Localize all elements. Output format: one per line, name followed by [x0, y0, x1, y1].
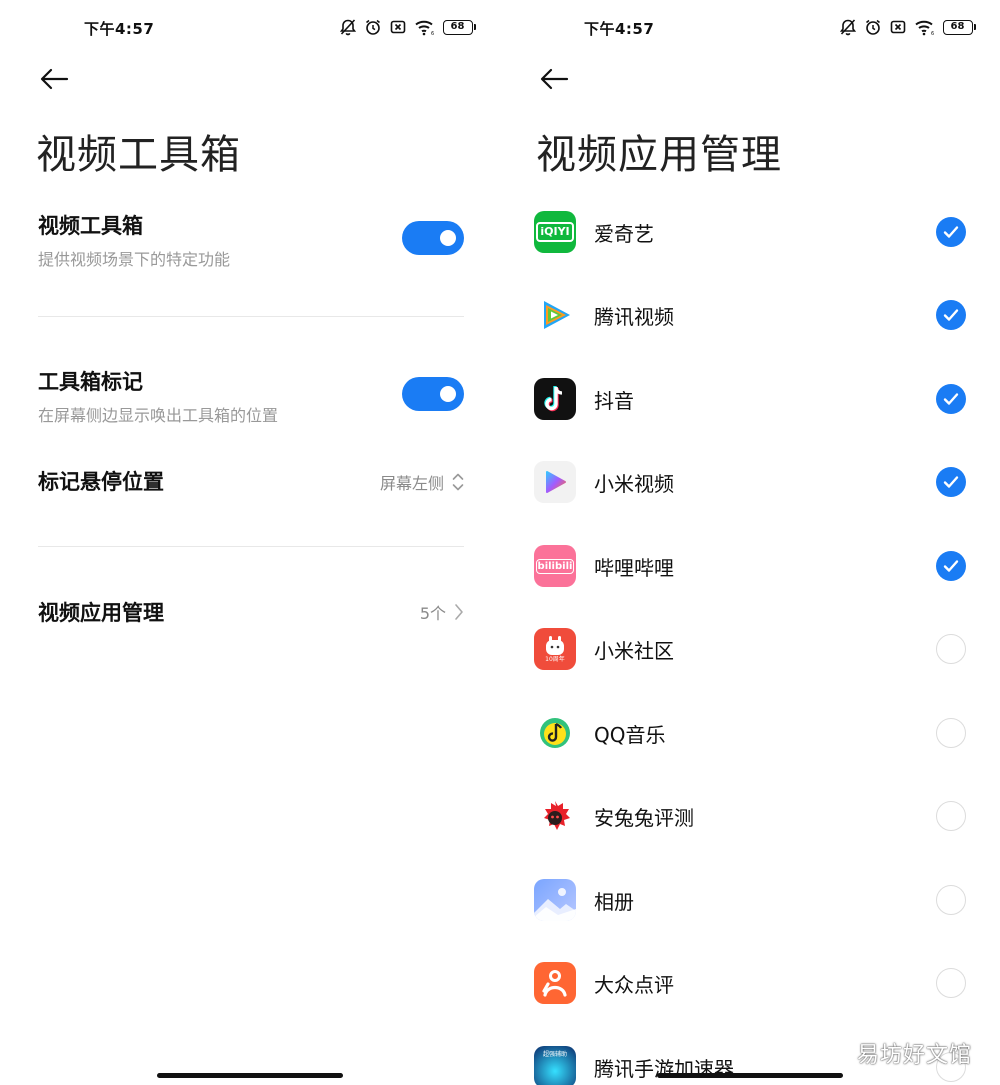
- app-row-dianping[interactable]: 大众点评: [500, 941, 1000, 1025]
- wifi-icon: 6: [414, 20, 434, 36]
- video-app-management-row[interactable]: 视频应用管理 5个: [38, 597, 464, 629]
- tencent-video-icon: [534, 294, 576, 336]
- antutu-icon: [534, 795, 576, 837]
- video-toolbox-subtitle: 提供视频场景下的特定功能: [38, 250, 231, 269]
- page-title: 视频应用管理: [536, 132, 782, 178]
- no-sim-icon: [890, 20, 905, 34]
- app-name: 小米视频: [594, 472, 674, 496]
- app-checkbox-gallery[interactable]: [936, 885, 966, 915]
- mi-community-icon: 10周年: [534, 628, 576, 670]
- app-name: QQ音乐: [594, 723, 666, 747]
- status-bar: 下午4:57 6 68: [500, 14, 1000, 44]
- back-arrow-icon: [540, 68, 569, 90]
- battery-icon: 68: [442, 19, 476, 35]
- app-checkbox-antutu[interactable]: [936, 801, 966, 831]
- watermark: 易坊好文馆: [856, 1043, 972, 1068]
- app-row-iqiyi[interactable]: iQIYI 爱奇艺: [500, 190, 1000, 274]
- video-toolbox-title: 视频工具箱: [38, 214, 143, 238]
- no-sim-icon: [390, 20, 405, 34]
- status-icons: 6 68: [339, 18, 476, 36]
- svg-text:6: 6: [931, 31, 934, 36]
- app-name: 抖音: [594, 389, 634, 413]
- back-button[interactable]: [536, 64, 572, 94]
- app-checkbox-bilibili[interactable]: [936, 551, 966, 581]
- app-row-tencent-video[interactable]: 腾讯视频: [500, 273, 1000, 357]
- up-down-chevron-icon: [452, 473, 464, 491]
- svg-text:6: 6: [431, 31, 434, 36]
- battery-level: 68: [442, 19, 473, 35]
- alarm-off-icon: [339, 19, 356, 36]
- divider: [38, 316, 464, 317]
- page-title: 视频工具箱: [36, 132, 241, 178]
- alarm-clock-icon: [365, 19, 380, 35]
- app-name: 小米社区: [594, 639, 674, 663]
- video-toolbox-toggle[interactable]: [402, 221, 464, 255]
- app-row-mi-community[interactable]: 10周年 小米社区: [500, 607, 1000, 691]
- app-name: 腾讯视频: [594, 305, 674, 329]
- app-name: 大众点评: [594, 973, 674, 997]
- home-indicator[interactable]: [157, 1073, 343, 1078]
- app-checkbox-mi-video[interactable]: [936, 467, 966, 497]
- hover-position-selector[interactable]: 屏幕左侧: [380, 470, 464, 494]
- checkmark-icon: [943, 393, 959, 405]
- checkmark-icon: [943, 226, 959, 238]
- iqiyi-icon: iQIYI: [534, 211, 576, 253]
- mi-video-icon: [534, 461, 576, 503]
- alarm-clock-icon: [865, 19, 880, 35]
- status-time: 下午4:57: [84, 20, 155, 38]
- video-toolbox-screen: 下午4:57 6 68 视频工具箱 视频工具箱 提供视频场景下的特定功能 工具箱…: [0, 0, 500, 1085]
- app-row-douyin[interactable]: 抖音: [500, 357, 1000, 441]
- app-name: 爱奇艺: [594, 222, 654, 246]
- app-checkbox-mi-community[interactable]: [936, 634, 966, 664]
- app-checkbox-douyin[interactable]: [936, 384, 966, 414]
- back-button[interactable]: [36, 64, 72, 94]
- video-app-management-title: 视频应用管理: [38, 601, 164, 625]
- toolbox-marker-toggle[interactable]: [402, 377, 464, 411]
- app-name: 相册: [594, 890, 634, 914]
- app-name: 安兔兔评测: [594, 806, 694, 830]
- toolbox-marker-row: 工具箱标记 在屏幕侧边显示唤出工具箱的位置: [38, 366, 464, 426]
- back-arrow-icon: [40, 68, 69, 90]
- battery-icon: 68: [942, 19, 976, 35]
- divider: [38, 546, 464, 547]
- status-time: 下午4:57: [584, 20, 655, 38]
- bilibili-icon: bilibili: [534, 545, 576, 587]
- app-row-mi-video[interactable]: 小米视频: [500, 440, 1000, 524]
- gallery-icon: [534, 879, 576, 921]
- app-row-bilibili[interactable]: bilibili 哔哩哔哩: [500, 524, 1000, 608]
- toolbox-marker-title: 工具箱标记: [38, 370, 143, 394]
- app-name: 哔哩哔哩: [594, 556, 674, 580]
- app-checkbox-iqiyi[interactable]: [936, 217, 966, 247]
- wifi-icon: 6: [914, 20, 934, 36]
- video-toolbox-row: 视频工具箱 提供视频场景下的特定功能: [38, 210, 464, 270]
- app-checkbox-qq-music[interactable]: [936, 718, 966, 748]
- battery-level: 68: [942, 19, 973, 35]
- checkmark-icon: [943, 476, 959, 488]
- toolbox-marker-subtitle: 在屏幕侧边显示唤出工具箱的位置: [38, 406, 279, 425]
- status-icons: 6 68: [839, 18, 976, 36]
- checkmark-icon: [943, 309, 959, 321]
- app-count-value: 5个: [419, 604, 446, 623]
- hover-position-value: 屏幕左侧: [379, 474, 444, 493]
- game-accelerator-icon: 超强辅助: [534, 1046, 576, 1085]
- app-row-qq-music[interactable]: QQ音乐: [500, 691, 1000, 775]
- qq-music-icon: [534, 712, 576, 754]
- app-checkbox-tencent-video[interactable]: [936, 300, 966, 330]
- douyin-icon: [534, 378, 576, 420]
- dianping-icon: [534, 962, 576, 1004]
- status-bar: 下午4:57 6 68: [0, 14, 500, 44]
- video-app-management-screen: 下午4:57 6 68 视频应用管理 iQIYI 爱奇艺 腾讯视频 抖音 小米视…: [500, 0, 1000, 1085]
- video-app-management-count: 5个: [420, 600, 464, 624]
- app-row-antutu[interactable]: 安兔兔评测: [500, 774, 1000, 858]
- chevron-right-icon: [455, 604, 463, 620]
- checkmark-icon: [943, 560, 959, 572]
- app-row-gallery[interactable]: 相册: [500, 858, 1000, 942]
- alarm-off-icon: [839, 19, 856, 36]
- app-checkbox-dianping[interactable]: [936, 968, 966, 998]
- home-indicator[interactable]: [657, 1073, 843, 1078]
- hover-position-row[interactable]: 标记悬停位置 屏幕左侧: [38, 466, 464, 498]
